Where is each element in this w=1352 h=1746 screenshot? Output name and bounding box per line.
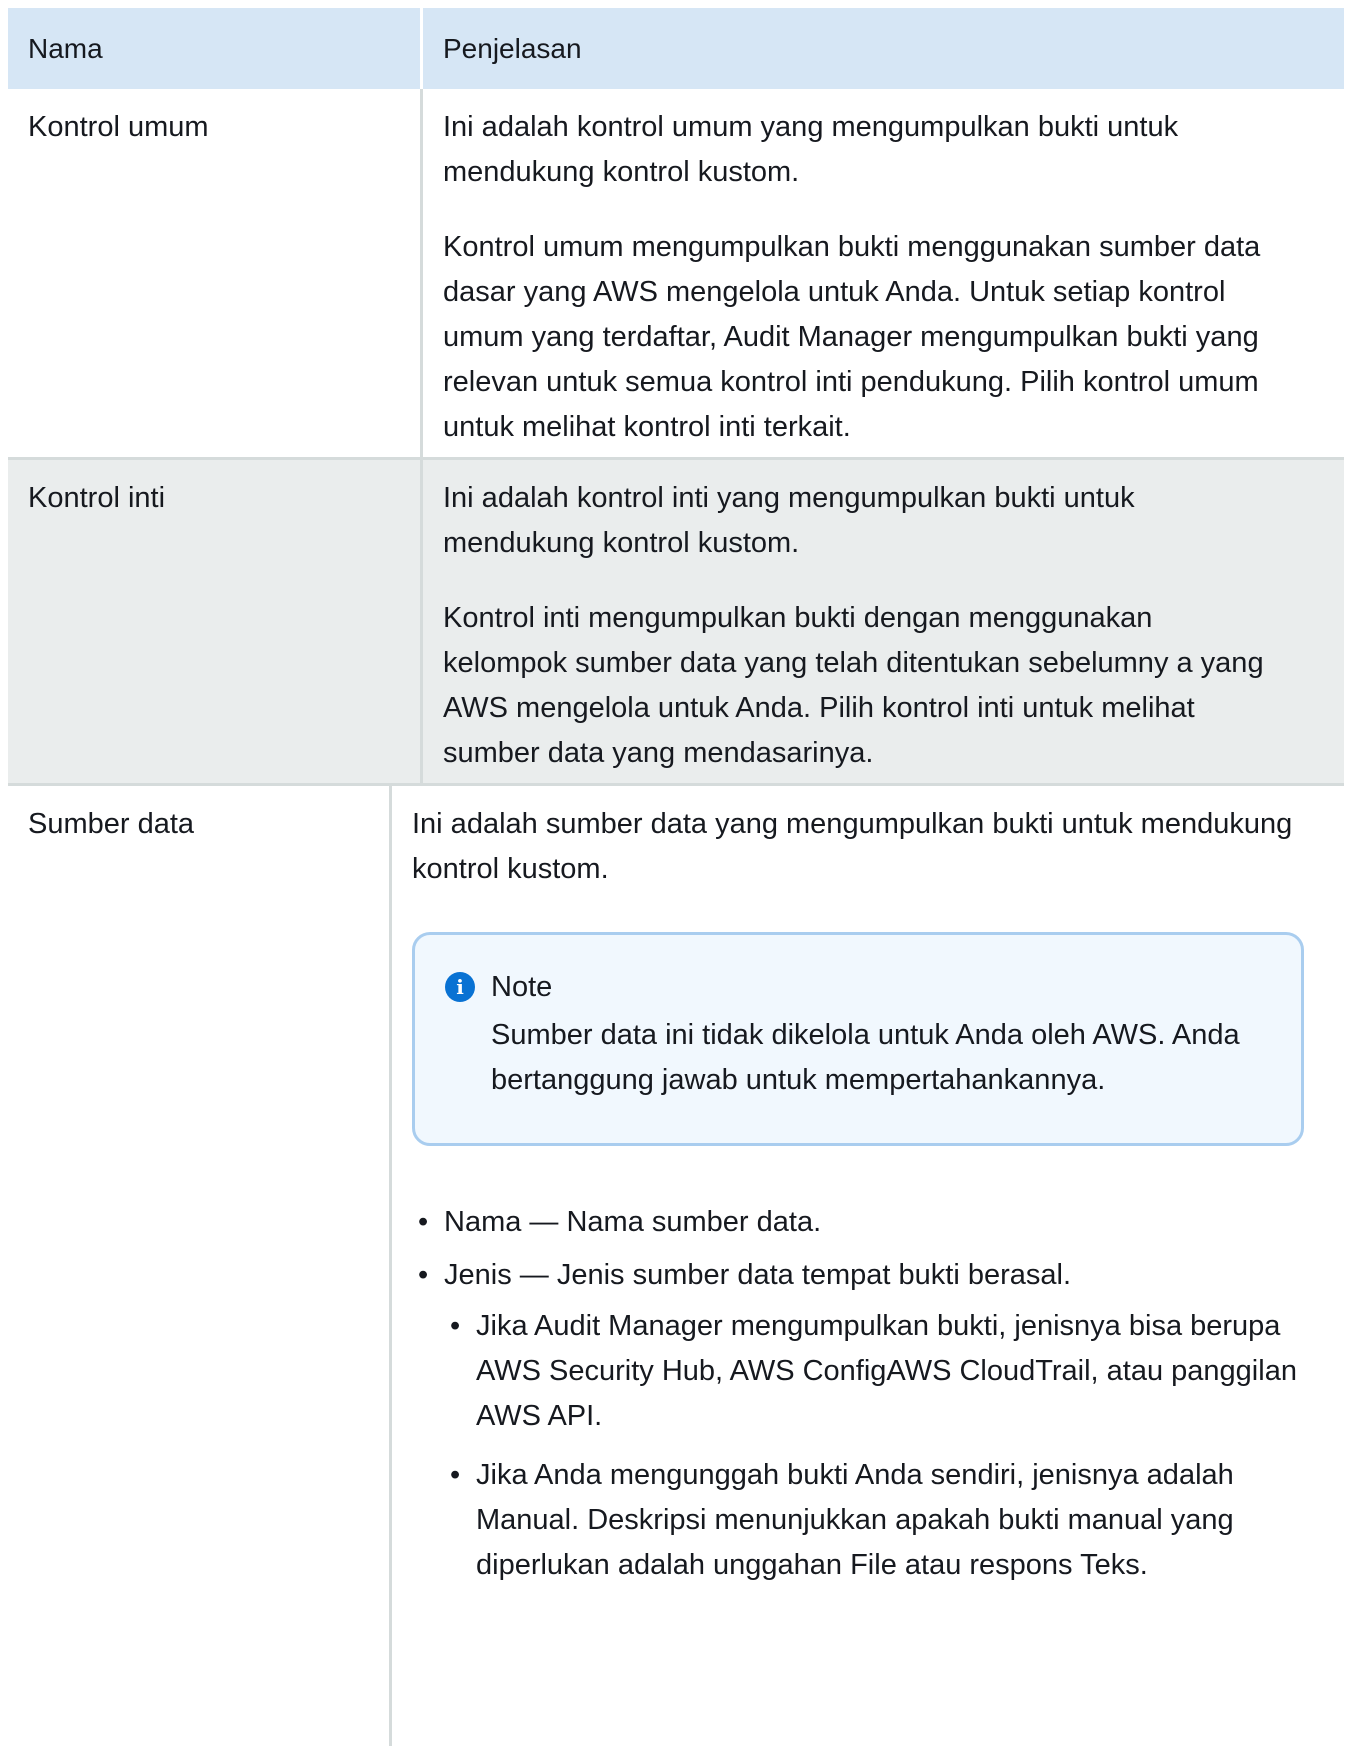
table-row: Kontrol umum Ini adalah kontrol umum yan…	[8, 89, 1344, 460]
row-name: Sumber data	[28, 808, 195, 840]
table-row: Kontrol inti Ini adalah kontrol inti yan…	[8, 460, 1344, 786]
header-description: Penjelasan	[420, 8, 1344, 89]
row-description: Ini adalah kontrol umum yang mengumpulka…	[420, 89, 1344, 457]
note-title: Note	[491, 971, 553, 1003]
sub-list-item: Jika Audit Manager mengumpulkan bukti, j…	[444, 1304, 1304, 1439]
note-text: Sumber data ini tidak dikelola untuk And…	[491, 1019, 1240, 1096]
bullet-list: Nama — Nama sumber data. Jenis — Jenis s…	[412, 1200, 1304, 1588]
row-description: Ini adalah sumber data yang mengumpulkan…	[389, 786, 1344, 1746]
list-item: Nama — Nama sumber data.	[412, 1200, 1304, 1245]
paragraph: Kontrol umum mengumpulkan bukti mengguna…	[443, 231, 1261, 443]
paragraph: Ini adalah sumber data yang mengumpulkan…	[412, 808, 1293, 885]
list-item-text: Jenis — Jenis sumber data tempat bukti b…	[444, 1259, 1072, 1291]
row-name: Kontrol inti	[28, 482, 166, 514]
header-name: Nama	[28, 33, 103, 64]
list-item: Jenis — Jenis sumber data tempat bukti b…	[412, 1253, 1304, 1588]
paragraph: Ini adalah kontrol inti yang mengumpulka…	[443, 482, 1135, 559]
definition-table: Nama Penjelasan Kontrol umum Ini adalah …	[8, 8, 1344, 1746]
paragraph: Ini adalah kontrol umum yang mengumpulka…	[443, 111, 1179, 188]
info-icon: i	[445, 972, 475, 1002]
sub-list-item: Jika Anda mengunggah bukti Anda sendiri,…	[444, 1453, 1304, 1588]
paragraph: Kontrol inti mengumpulkan bukti dengan m…	[443, 602, 1264, 769]
table-row: Sumber data Ini adalah sumber data yang …	[8, 786, 1344, 1746]
note-callout: i Note Sumber data ini tidak dikelola un…	[412, 932, 1304, 1146]
row-description: Ini adalah kontrol inti yang mengumpulka…	[420, 460, 1344, 783]
table-header-row: Nama Penjelasan	[8, 8, 1344, 89]
sub-bullet-list: Jika Audit Manager mengumpulkan bukti, j…	[444, 1304, 1304, 1588]
row-name: Kontrol umum	[28, 111, 209, 143]
